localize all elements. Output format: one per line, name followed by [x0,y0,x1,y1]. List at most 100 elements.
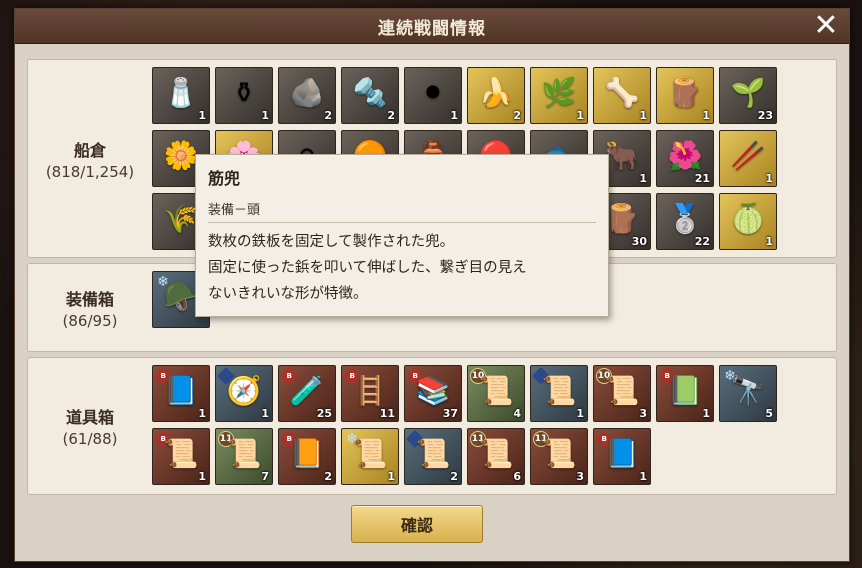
item-icon: 📗 [667,374,703,408]
item-icon: 🌱 [730,76,766,110]
tools-item-slot[interactable]: 11 📜 3 [530,428,588,485]
item-icon: 📜 [478,374,514,408]
tools-item-slot[interactable]: 📜 2 [404,428,462,485]
item-icon: 📜 [226,437,262,471]
item-quantity: 1 [576,407,584,420]
item-icon: 📙 [289,437,325,471]
item-quantity: 25 [316,407,332,420]
item-quantity: 1 [261,109,269,122]
cargo-item-slot[interactable]: 🧂 1 [152,67,210,124]
cargo-item-slot[interactable]: 🦴 1 [593,67,651,124]
cargo-item-slot[interactable]: ⚱ 1 [215,67,273,124]
cargo-item-slot[interactable]: 🪨 2 [278,67,336,124]
item-quantity: 3 [576,470,584,483]
tooltip-desc-line: 数枚の鉄板を固定して製作された兜。 [208,234,455,250]
cargo-item-slot[interactable]: 🪵 1 [656,67,714,124]
tools-item-slot[interactable]: B 📘 1 [593,428,651,485]
item-icon: 📜 [478,437,514,471]
equipment-label: 装備箱 (86/95) [28,286,152,330]
tools-item-slot[interactable]: ❄ 🔭 5 [719,365,777,422]
item-quantity: 1 [261,407,269,420]
item-icon: 🌾 [163,202,199,236]
item-icon: 📜 [415,437,451,471]
tools-item-slot[interactable]: B 📘 1 [152,365,210,422]
item-quantity: 22 [694,235,710,248]
item-quantity: 2 [450,470,458,483]
tools-item-slot[interactable]: 10 📜 3 [593,365,651,422]
item-quantity: 1 [450,109,458,122]
tools-panel: 道具箱 (61/88) B 📘 1 🧭 1 B 🧪 25 B 🪜 11 B 📚 37 10 📜 4 📜 1 10 📜 3 B… [27,357,837,495]
cargo-item-slot[interactable]: 🌿 1 [530,67,588,124]
item-quantity: 11 [379,407,395,420]
item-quantity: 30 [631,235,647,248]
cargo-item-slot[interactable]: 🌱 23 [719,67,777,124]
confirm-button[interactable]: 確認 [351,505,483,543]
tools-item-slot[interactable]: B 📚 37 [404,365,462,422]
item-quantity: 3 [639,407,647,420]
item-icon: 📜 [541,437,577,471]
tools-item-slot[interactable]: 10 📜 4 [467,365,525,422]
item-icon: 🧂 [163,76,199,110]
item-icon: 🧪 [289,374,325,408]
cargo-item-slot[interactable]: 🥈 22 [656,193,714,250]
tools-item-slot[interactable]: ❄ 📜 1 [341,428,399,485]
dialog-titlebar: 連続戦闘情報 ✕ [15,9,849,44]
item-quantity: 7 [261,470,269,483]
item-icon: ⚱ [232,76,256,110]
tools-item-slot[interactable]: 📜 1 [530,365,588,422]
item-icon: 🔩 [352,76,388,110]
equipment-count: (86/95) [62,311,118,330]
item-quantity: 1 [765,235,773,248]
cargo-name: 船倉 [73,140,106,160]
tools-name: 道具箱 [65,408,114,427]
cargo-item-slot[interactable]: ⚫ 1 [404,67,462,124]
item-icon: 📘 [163,374,199,408]
cargo-item-slot[interactable]: 🌺 21 [656,130,714,187]
cargo-label: 船倉 (818/1,254) [28,137,152,181]
cargo-item-slot[interactable]: 🥢 1 [719,130,777,187]
item-quantity: 2 [387,109,395,122]
tools-item-slot[interactable]: 11 📜 6 [467,428,525,485]
item-quantity: 1 [198,109,206,122]
item-icon: 📘 [604,437,640,471]
item-icon: 📜 [541,374,577,408]
cargo-item-slot[interactable]: 🍈 1 [719,193,777,250]
tools-item-slot[interactable]: B 🧪 25 [278,365,336,422]
item-tooltip: 筋兜 装備－頭 数枚の鉄板を固定して製作された兜。 固定に使った鋲を叩いて伸ばし… [195,154,609,317]
item-icon: 🌼 [163,139,199,173]
tools-item-slot[interactable]: 🧭 1 [215,365,273,422]
item-icon: 🦴 [604,76,640,110]
close-icon[interactable]: ✕ [811,11,841,41]
item-quantity: 1 [639,109,647,122]
tools-item-slot[interactable]: 11 📜 7 [215,428,273,485]
item-quantity: 5 [765,407,773,420]
item-icon: 🔭 [730,374,766,408]
tools-item-slot[interactable]: B 📙 2 [278,428,336,485]
item-icon: 🥢 [730,139,766,173]
item-icon: 🪖 [163,280,199,314]
item-quantity: 6 [513,470,521,483]
item-icon: ⚫ [421,76,445,110]
item-quantity: 1 [198,407,206,420]
item-icon: 🍌 [478,76,514,110]
item-quantity: 2 [324,109,332,122]
tooltip-item-name: 筋兜 [208,169,241,188]
cargo-item-slot[interactable]: 🔩 2 [341,67,399,124]
item-quantity: 37 [442,407,458,420]
item-quantity: 1 [702,109,710,122]
tools-item-slot[interactable]: B 📜 1 [152,428,210,485]
tools-grid: B 📘 1 🧭 1 B 🧪 25 B 🪜 11 B 📚 37 10 📜 4 📜 1 10 📜 3 B 📗 1 ❄ 🔭 5 B 📜 1 11 📜 7… [152,365,777,485]
tools-item-slot[interactable]: B 📗 1 [656,365,714,422]
tooltip-item-category: 装備－頭 [208,199,596,223]
item-quantity: 1 [576,109,584,122]
item-quantity: 1 [198,470,206,483]
tools-item-slot[interactable]: B 🪜 11 [341,365,399,422]
item-quantity: 1 [639,470,647,483]
item-icon: 🐂 [604,139,640,173]
item-icon: 🪜 [352,374,388,408]
item-icon: 📜 [163,437,199,471]
tools-count: (61/88) [62,430,118,448]
item-icon: 🍈 [730,202,766,236]
cargo-item-slot[interactable]: 🍌 2 [467,67,525,124]
item-icon: 📜 [604,374,640,408]
